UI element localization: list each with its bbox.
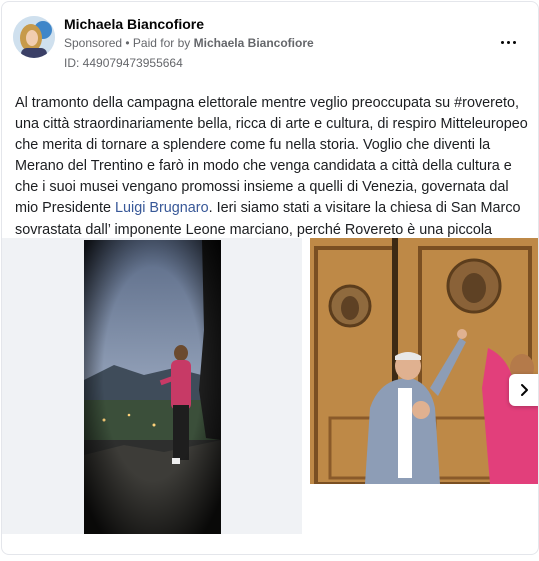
chevron-right-icon[interactable]: [509, 374, 538, 406]
photo-hilltop-image: [2, 238, 302, 538]
avatar[interactable]: [13, 16, 55, 58]
post-body: Al tramonto della campagna elettorale me…: [15, 93, 530, 262]
mention-link[interactable]: Luigi Brugnaro: [115, 200, 209, 216]
ad-post-card: Michaela Biancofiore Sponsored • Paid fo…: [1, 1, 539, 555]
more-options-icon[interactable]: [496, 30, 520, 54]
media-tile-2[interactable]: [310, 238, 538, 484]
paid-for-prefix: • Paid for by: [122, 36, 194, 50]
post-text-part-1: Al tramonto della campagna elettorale me…: [15, 95, 528, 217]
paid-for-name[interactable]: Michaela Biancofiore: [194, 36, 314, 50]
sponsored-label: Sponsored: [64, 36, 123, 50]
photo-church-door-image: [310, 238, 538, 484]
author-name[interactable]: Michaela Biancofiore: [64, 16, 204, 32]
media-tile-1[interactable]: [2, 238, 302, 538]
sponsored-line: Sponsored • Paid for by Michaela Biancof…: [64, 36, 314, 50]
ad-id: ID: 449079473955664: [64, 56, 183, 70]
